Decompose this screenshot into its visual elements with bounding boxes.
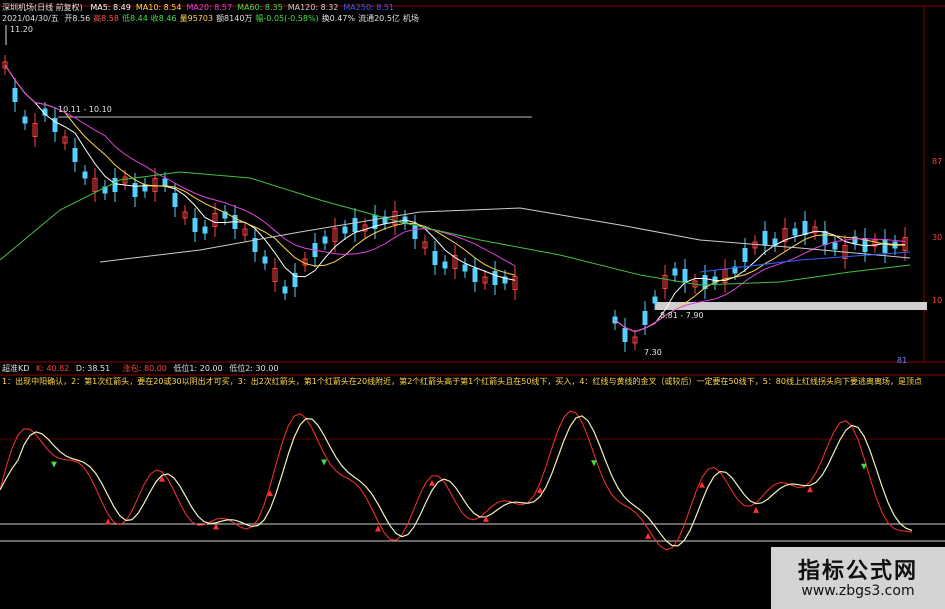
candle-body <box>672 268 678 276</box>
sell-arrow <box>861 463 867 470</box>
watermark-badge: 指标公式网 www.zbgs3.com <box>771 547 945 609</box>
candle-body <box>442 261 448 269</box>
buy-arrow <box>159 475 165 482</box>
candle-body <box>462 264 468 272</box>
candle-body <box>282 286 288 294</box>
candle-body <box>322 236 328 244</box>
candle-body <box>192 218 198 232</box>
d-line <box>0 415 913 547</box>
price-chart <box>0 25 927 352</box>
ma-item: MA250: 8.51 <box>343 3 395 12</box>
header-row-1: 深圳机场(日线 前复权) MA5: 8.49 MA10: 8.54 MA20: 8.… <box>2 3 394 13</box>
candle-body <box>82 171 88 179</box>
quote-item: 幅-0.05(-0.58%) <box>255 14 319 23</box>
candle-body <box>12 88 18 102</box>
candle-body <box>352 218 358 232</box>
candle-body <box>832 242 838 250</box>
quote-item: 低8.44 <box>121 14 148 23</box>
quote-item: 额8140万 <box>216 14 253 23</box>
candle-body <box>72 148 78 162</box>
quote-item: 开8.56 <box>64 14 91 23</box>
ma-item: MA5: 8.49 <box>90 3 131 12</box>
stock-label: 深圳机场(日线 前复权) <box>2 3 83 12</box>
candle-body <box>22 116 28 124</box>
date-label: 2021/04/30/五 <box>2 14 59 23</box>
sell-arrow <box>51 461 57 468</box>
axis-label-30: 30 <box>932 233 943 242</box>
ma20-line <box>614 238 906 333</box>
ma-values: MA5: 8.49 MA10: 8.54 MA20: 8.57 MA60: 8.35 M… <box>85 3 394 12</box>
candle-body <box>432 251 438 265</box>
candle-body <box>162 178 168 186</box>
high-price-label: 11.20 <box>10 25 33 34</box>
buy-arrow <box>105 518 111 525</box>
candle-body <box>742 248 748 262</box>
candle-body <box>472 268 478 282</box>
d-value: D: 38.51 <box>75 364 111 373</box>
signal-value: 涨包: 80.00 <box>122 364 167 373</box>
indicator-chart <box>0 410 945 551</box>
ma-item: MA120: 8.32 <box>287 3 339 12</box>
candle-body <box>412 225 418 239</box>
ma20-line <box>4 64 516 267</box>
watermark-url: www.zbgs3.com <box>801 583 915 599</box>
ma-item: MA60: 8.35 <box>237 3 283 12</box>
indicator-description: 1：出现中阳确认，2：第1次红箭头，要在20或30以阴出才可买，3：出2次红箭头… <box>2 377 922 386</box>
candle-body <box>882 239 888 253</box>
buy-arrow <box>807 486 813 493</box>
low1-value: 低位1: 20.00 <box>173 364 223 373</box>
buy-arrow <box>753 506 759 513</box>
buy-arrow <box>645 532 651 539</box>
candle-body <box>342 226 348 234</box>
range-label: 10.11 - 10.10 <box>58 105 112 114</box>
candle-body <box>202 226 208 234</box>
box-range-label: 8.81 - 7.90 <box>660 311 704 320</box>
candle-body <box>682 269 688 283</box>
quote-item: 机场 <box>402 14 419 23</box>
indicator-name[interactable]: 超准KD <box>2 364 29 373</box>
quote-item: 量95703 <box>179 14 214 23</box>
candle-body <box>622 328 628 342</box>
candle-body <box>822 231 828 245</box>
candle-body <box>492 271 498 285</box>
chart-canvas[interactable] <box>0 0 945 609</box>
indicator-header: 超准KD K: 40.82 D: 38.51 涨包: 80.00 低位1: 20… <box>2 364 278 374</box>
candle-body <box>172 193 178 207</box>
ma-item: MA10: 8.54 <box>135 3 182 12</box>
low-price-label: 7.30 <box>644 348 662 357</box>
ma10-line <box>4 64 516 276</box>
quote-item: 收8.46 <box>150 14 177 23</box>
watermark-title: 指标公式网 <box>797 559 918 584</box>
candle-body <box>792 228 798 236</box>
sell-arrow <box>591 460 597 467</box>
quote-item: 高8.58 <box>93 14 119 23</box>
quote-item: 流通20.5亿 <box>358 14 400 23</box>
ma5-line <box>614 230 906 333</box>
ma5-line <box>4 64 516 281</box>
candle-body <box>762 231 768 245</box>
low2-value: 低位2: 30.00 <box>229 364 279 373</box>
axis-label-87: 87 <box>932 157 943 166</box>
k-value: K: 40.82 <box>35 364 70 373</box>
candle-body <box>132 183 138 197</box>
candle-body <box>652 296 658 304</box>
quote-item: 换0.47% <box>321 14 356 23</box>
axis-label-10: 10 <box>932 296 943 305</box>
corner-label: 81 <box>897 356 908 365</box>
sell-arrow <box>321 459 327 466</box>
ma120-line <box>99 207 911 263</box>
header-row-2: 2021/04/30/五 开8.56 高8.58 低8.44 收8.46 量95703 额… <box>2 14 419 24</box>
buy-arrow <box>375 525 381 532</box>
candle-body <box>642 311 648 325</box>
candle-body <box>802 221 808 235</box>
buy-arrow <box>429 479 435 486</box>
k-line <box>0 410 913 551</box>
candle-body <box>262 256 268 264</box>
ma-item: MA20: 8.57 <box>186 3 233 12</box>
candle-body <box>112 178 118 192</box>
quote-values: 开8.56 高8.58 低8.44 收8.46 量95703 额8140万 幅-0.05(-… <box>61 14 419 23</box>
